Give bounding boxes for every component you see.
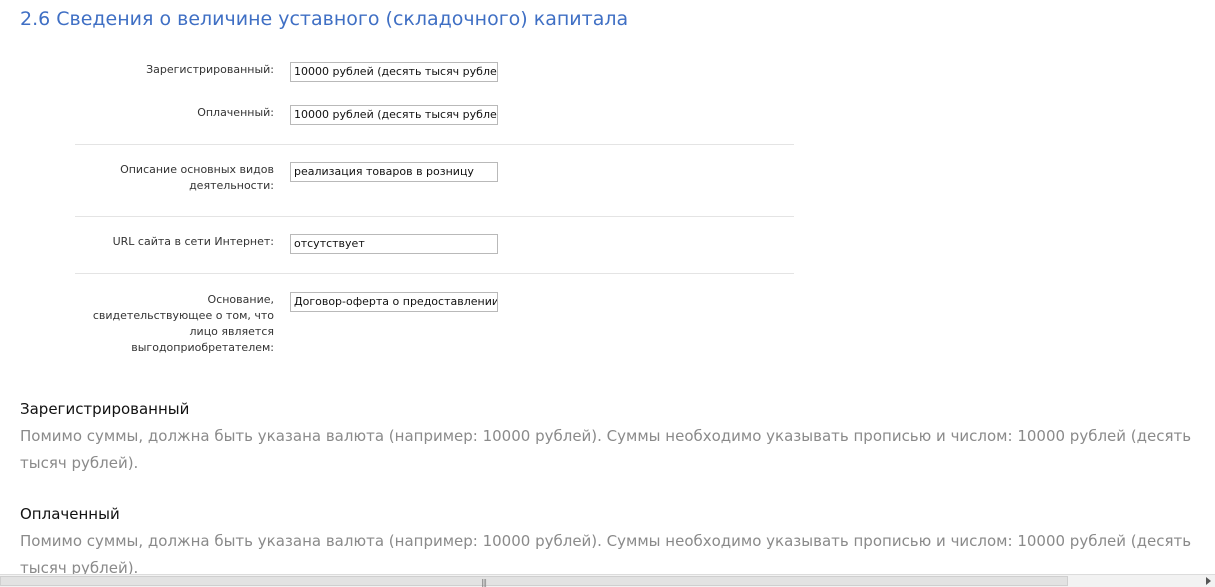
section-title-registered: Зарегистрированный (20, 400, 190, 418)
url-field[interactable]: отсутствует (290, 234, 498, 254)
form-row-activities: Описание основных видов деятельности: ре… (75, 162, 794, 196)
section-title-paid: Оплаченный (20, 505, 120, 523)
basis-label-line: свидетельствующее о том, что (92, 309, 274, 322)
divider (75, 144, 794, 145)
registered-label: Зарегистрированный: (146, 63, 274, 76)
scrollbar-thumb[interactable]: ||| (0, 576, 1068, 587)
section-heading: 2.6 Сведения о величине уставного (склад… (20, 8, 629, 30)
activities-field[interactable]: реализация товаров в розницу (290, 162, 498, 182)
section-text-registered: Помимо суммы, должна быть указана валюта… (20, 427, 1192, 472)
registered-field[interactable]: 10000 рублей (десять тысяч рублей) (290, 62, 498, 82)
form-row-registered: Зарегистрированный: 10000 рублей (десять… (75, 62, 794, 84)
basis-field[interactable]: Договор-оферта о предоставлении в (290, 292, 498, 312)
form-row-paid: Оплаченный: 10000 рублей (десять тысяч р… (75, 105, 794, 127)
divider (75, 216, 794, 217)
paid-label: Оплаченный: (197, 106, 274, 119)
basis-label-line: Основание, (207, 293, 274, 306)
basis-label: Основание, свидетельствующее о том, что … (84, 292, 274, 356)
horizontal-scrollbar[interactable]: ||| (0, 574, 1215, 587)
form-row-url: URL сайта в сети Интернет: отсутствует (75, 234, 794, 256)
activities-label-line: Описание основных видов (120, 163, 274, 176)
activities-label-line: деятельности: (189, 179, 274, 192)
paid-field[interactable]: 10000 рублей (десять тысяч рублей) (290, 105, 498, 125)
basis-label-line: лицо является (189, 325, 274, 338)
divider (75, 273, 794, 274)
basis-label-line: выгодоприобретателем: (131, 341, 274, 354)
form-row-basis: Основание, свидетельствующее о том, что … (75, 292, 794, 358)
activities-label: Описание основных видов деятельности: (84, 162, 274, 194)
scroll-right-icon[interactable] (1206, 577, 1211, 585)
url-label: URL сайта в сети Интернет: (112, 235, 274, 248)
